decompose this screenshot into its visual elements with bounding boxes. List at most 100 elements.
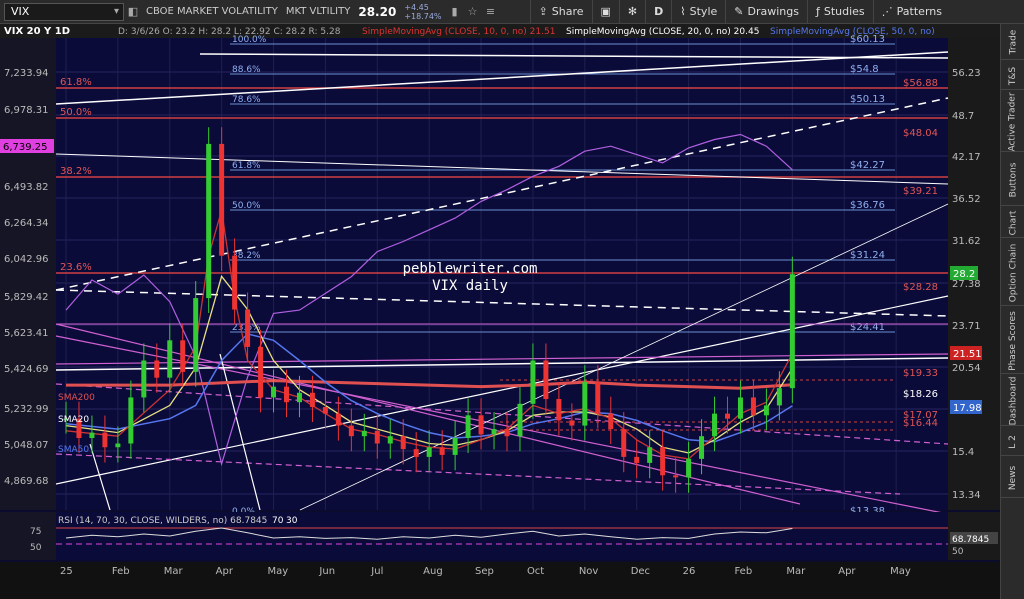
rsi-study-label: RSI (14, 70, 30, CLOSE, WILDERS, no) 68.… <box>58 516 267 526</box>
candle-body <box>763 405 769 416</box>
sidebar-tab-label: T&S <box>1007 66 1018 85</box>
settings-button[interactable]: ✻ <box>618 0 645 24</box>
right-axis-tick: 13.34 <box>952 490 981 501</box>
left-axis-tick: 4,869.68 <box>4 476 49 487</box>
candle-body <box>750 397 756 416</box>
right-axis-tick: 20.54 <box>952 363 981 374</box>
candle-body <box>504 429 510 437</box>
candle-body <box>737 397 743 419</box>
price-change-abs: +4.45 <box>404 2 429 12</box>
watermark-line-2: VIX daily <box>432 278 508 294</box>
candle-body <box>219 143 225 256</box>
right-axis-tick: 31.62 <box>952 236 981 247</box>
rsi-left-axis <box>0 512 56 560</box>
drawings-button[interactable]: ✎ Drawings <box>725 0 807 24</box>
price-change: +4.45 +18.74% <box>404 3 441 21</box>
sidebar-tab-trade[interactable]: Trade <box>1001 24 1024 60</box>
sidebar-tab-news[interactable]: News <box>1001 458 1024 498</box>
sidebar-tab-label: Buttons <box>1008 162 1018 197</box>
symbol-text: VIX <box>11 5 30 18</box>
drawings-label: Drawings <box>747 5 799 18</box>
candle-body <box>426 447 432 457</box>
patterns-button[interactable]: ⋰ Patterns <box>872 0 950 24</box>
sidebar-tab-active-trader[interactable]: Active Trader <box>1001 92 1024 152</box>
fib-label-right: $42.27 <box>850 160 885 171</box>
candle-body <box>543 360 549 400</box>
candle-body <box>128 397 134 444</box>
sidebar-tab-buttons[interactable]: Buttons <box>1001 154 1024 206</box>
period-button[interactable]: D <box>645 0 671 24</box>
right-axis-tick: 23.71 <box>952 321 981 332</box>
left-axis-tick: 7,233.94 <box>4 68 49 79</box>
share-button[interactable]: ⇪ Share <box>529 0 592 24</box>
x-axis-tick: 25 <box>60 566 73 577</box>
candle-body <box>478 415 484 435</box>
rsi-axis-tick: 50 <box>30 543 42 553</box>
rsi-axis-tick: 75 <box>30 527 41 537</box>
snapshot-button[interactable]: ▣ <box>591 0 619 24</box>
candle-body <box>517 403 523 437</box>
chart-title: VIX 20 Y 1D <box>4 26 70 37</box>
sidebar-tab-l-2[interactable]: L 2 <box>1001 428 1024 456</box>
share-label: Share <box>551 5 584 18</box>
candle-body <box>141 360 147 398</box>
chevron-down-icon[interactable]: ▾ <box>114 6 119 17</box>
sidebar-tab-chart[interactable]: Chart <box>1001 208 1024 238</box>
sidebar-tab-label: News <box>1008 465 1019 490</box>
ohlc-readout: D: 3/6/26 O: 23.2 H: 28.2 L: 22.92 C: 28… <box>118 27 341 37</box>
x-axis-tick: Jul <box>370 566 383 577</box>
rsi-right-axis-tick: 50 <box>952 547 964 557</box>
rsi-value-tag-label: 68.7845 <box>952 535 989 545</box>
period-label: D <box>654 5 664 18</box>
menu-icon[interactable]: ≡ <box>482 5 500 18</box>
style-button[interactable]: ⌇ Style <box>671 0 725 24</box>
candle-body <box>569 420 575 426</box>
red-level-label-right: $19.33 <box>903 368 938 379</box>
sidebar-tab-option-chain[interactable]: Option Chain <box>1001 240 1024 306</box>
price-tag-label: 17.98 <box>953 403 982 414</box>
link-icon[interactable]: ◧ <box>124 5 142 18</box>
red-level-label-right: $28.28 <box>903 282 938 293</box>
right-axis-tick: 48.7 <box>952 111 974 122</box>
red-level-label-left: 38.2% <box>60 166 92 177</box>
candle-body <box>582 382 588 426</box>
sma-label: SMA20 <box>58 415 89 425</box>
left-axis-tick: 5,424.69 <box>4 364 49 375</box>
candle-body <box>102 432 108 448</box>
x-axis-tick: May <box>890 566 911 577</box>
bar-chart-icon[interactable]: ▮ <box>446 5 464 18</box>
red-level-label-right: $56.88 <box>903 78 938 89</box>
star-icon[interactable]: ☆ <box>464 5 482 18</box>
candle-body <box>309 392 315 408</box>
right-axis-tick: 42.17 <box>952 152 981 163</box>
candle-body <box>699 436 705 459</box>
x-axis-tick: Nov <box>579 566 599 577</box>
studies-button[interactable]: ƒ Studies <box>806 0 873 24</box>
red-level-label-left: 50.0% <box>60 107 92 118</box>
sidebar-tab-dashboard[interactable]: Dashboard <box>1001 376 1024 426</box>
candle-body <box>387 436 393 444</box>
candle-body <box>413 449 419 457</box>
red-level-label-right: $16.44 <box>903 418 938 429</box>
candle-body <box>258 346 264 398</box>
candle-body <box>245 309 251 347</box>
studies-icon: ƒ <box>815 5 820 18</box>
symbol-input[interactable]: VIX ▾ <box>4 2 124 21</box>
right-sidebar: Trade T&S Active Trader Buttons Chart Option … <box>1000 24 1024 599</box>
candle-body <box>154 360 160 378</box>
patterns-label: Patterns <box>896 5 942 18</box>
rsi-level-70-label: 70 <box>272 516 284 526</box>
right-axis-tick: 27.38 <box>952 279 981 290</box>
studies-label: Studies <box>823 5 865 18</box>
sidebar-tab-t-s[interactable]: T&S <box>1001 62 1024 90</box>
price-chart[interactable]: 100.0% $60.1388.6% $54.878.6% $50.1361.8% $4… <box>0 24 1000 599</box>
x-axis-tick: Feb <box>112 566 130 577</box>
candle-body <box>232 255 238 310</box>
candle-body <box>530 360 536 404</box>
candle-body <box>115 443 121 448</box>
red-level-label-right: $48.04 <box>903 128 938 139</box>
candle-body <box>89 432 95 439</box>
x-axis-tick: Dec <box>631 566 650 577</box>
red-level-label-left: 61.8% <box>60 77 92 88</box>
sidebar-tab-phase-scores[interactable]: Phase Scores <box>1001 308 1024 374</box>
